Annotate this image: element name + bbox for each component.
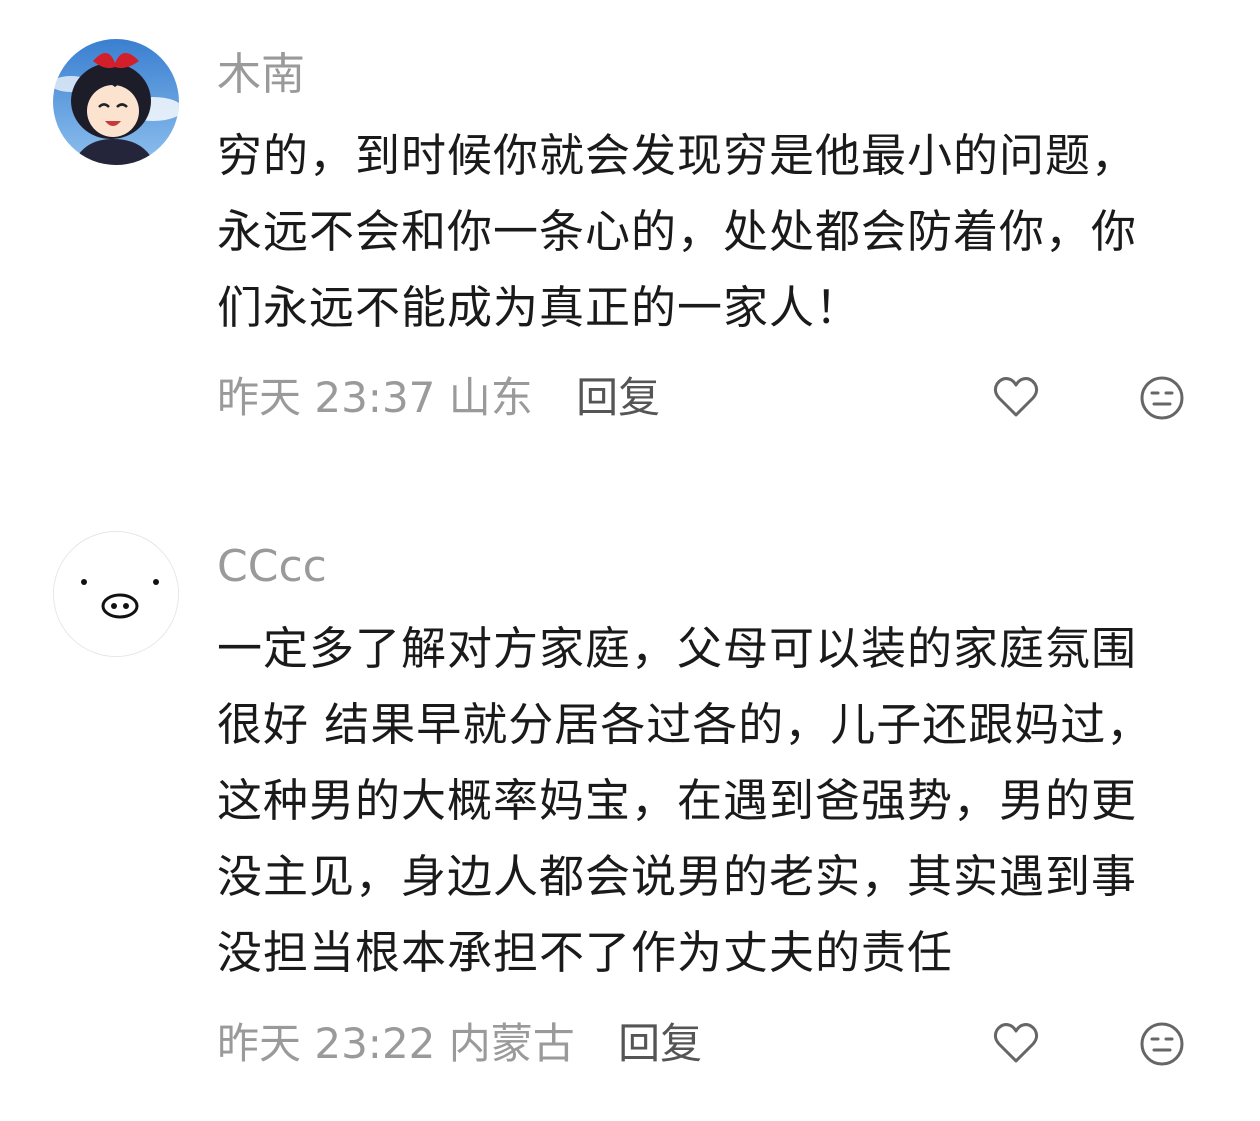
reply-button[interactable]: 回复 <box>576 373 660 422</box>
comment-time: 昨天 23:22 <box>217 1019 436 1068</box>
username[interactable]: CCcc <box>217 537 327 597</box>
comment-line: 没主见，身边人都会说男的老实，其实遇到事 <box>217 850 1138 903</box>
meh-face-icon[interactable] <box>1137 1019 1187 1069</box>
comment-line: 们永远不能成为真正的一家人！ <box>217 281 862 334</box>
comment-line: 穷的，到时候你就会发现穷是他最小的问题， <box>217 129 1138 182</box>
meh-face-icon[interactable] <box>1137 373 1187 423</box>
comment-line: 永远不会和你一条心的，处处都会防着你，你 <box>217 205 1138 258</box>
comment-location: 山东 <box>448 373 533 422</box>
heart-icon[interactable] <box>991 373 1041 423</box>
comment-line: 没担当根本承担不了作为丈夫的责任 <box>217 926 954 979</box>
avatar[interactable] <box>53 531 179 657</box>
comment-line: 这种男的大概率妈宝，在遇到爸强势，男的更 <box>217 774 1138 827</box>
comment-time: 昨天 23:37 <box>217 373 436 422</box>
comment-line: 一定多了解对方家庭，父母可以装的家庭氛围 <box>217 622 1138 675</box>
avatar[interactable] <box>53 39 179 165</box>
heart-icon[interactable] <box>991 1019 1041 1069</box>
comment-meta: 昨天 23:37 山东 回复 <box>217 368 660 428</box>
username[interactable]: 木南 <box>217 45 305 105</box>
comment-text: 穷的，到时候你就会发现穷是他最小的问题， 永远不会和你一条心的，处处都会防着你，… <box>217 118 1207 346</box>
comment-location: 内蒙古 <box>448 1019 575 1068</box>
comment-text: 一定多了解对方家庭，父母可以装的家庭氛围 很好 结果早就分居各过各的，儿子还跟妈… <box>217 611 1207 991</box>
comment-meta: 昨天 23:22 内蒙古 回复 <box>217 1014 702 1074</box>
reply-button[interactable]: 回复 <box>618 1019 702 1068</box>
comment-line: 很好 结果早就分居各过各的，儿子还跟妈过， <box>217 698 1153 751</box>
